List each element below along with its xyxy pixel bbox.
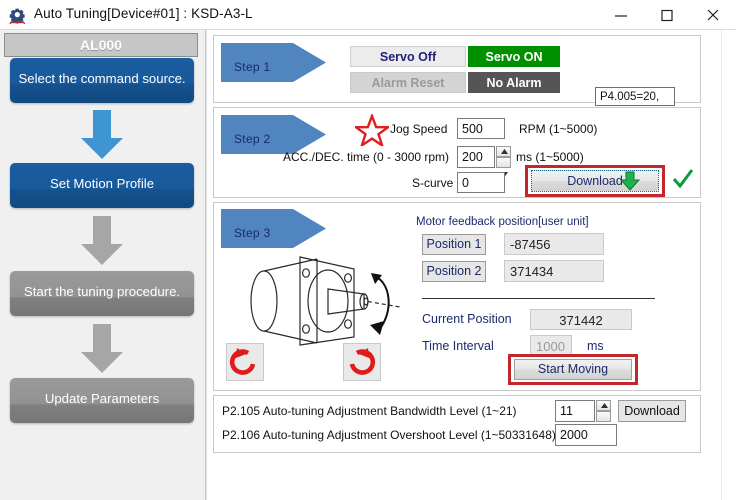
rotate-clockwise-button[interactable] [343, 343, 381, 381]
time-interval-label: Time Interval [422, 339, 494, 353]
params-download-label: Download [624, 404, 680, 418]
close-button[interactable] [690, 0, 736, 29]
jog-speed-unit-label: RPM (1~5000) [519, 122, 598, 136]
acc-dec-unit-label: ms (1~5000) [516, 150, 584, 164]
p2-105-input[interactable] [555, 400, 595, 422]
position2-value: 371434 [504, 260, 604, 282]
acc-dec-time-spinner[interactable] [496, 146, 511, 177]
content-area: Step 1 Servo Off Servo ON Alarm Reset No… [206, 30, 736, 500]
sidebar-item-label: Set Motion Profile [49, 176, 155, 191]
title-bar: Auto Tuning[Device#01] : KSD-A3-L [0, 0, 736, 30]
step2-panel: Step 2 Jog Speed RPM (1~5000) ACC./DEC. … [213, 107, 701, 198]
maximize-button[interactable] [644, 0, 690, 29]
step1-heading: Step 1 [221, 43, 326, 82]
acc-dec-time-label: ACC./DEC. time (0 - 3000 rpm) [283, 150, 450, 164]
sidebar: AL000 Select the command source. Set Mot… [0, 30, 206, 500]
flow-arrow-3-icon [78, 324, 126, 374]
servo-on-indicator: Servo ON [468, 46, 560, 67]
position1-button[interactable]: Position 1 [422, 234, 486, 255]
step3-panel: Step 3 Motor feedback position[user unit… [213, 202, 701, 391]
flow-arrow-2-icon [78, 216, 126, 266]
sidebar-item-start-tuning-procedure[interactable]: Start the tuning procedure. [10, 271, 194, 316]
time-interval-unit: ms [587, 339, 604, 353]
current-position-label: Current Position [422, 312, 512, 326]
p2-105-label: P2.105 Auto-tuning Adjustment Bandwidth … [222, 404, 517, 418]
spinner-down-icon[interactable] [596, 411, 611, 431]
position2-label: Position 2 [426, 264, 482, 278]
spinner-down-icon[interactable] [496, 157, 511, 177]
position2-button[interactable]: Position 2 [422, 261, 486, 282]
window-title: Auto Tuning[Device#01] : KSD-A3-L [34, 6, 253, 21]
auto-tuning-window: Auto Tuning[Device#01] : KSD-A3-L AL000 … [0, 0, 736, 500]
params-download-button[interactable]: Download [618, 400, 686, 422]
rotate-clockwise-icon [349, 348, 376, 375]
step3-title: Step 3 [234, 226, 271, 240]
gear-icon [8, 6, 28, 26]
jog-speed-label: Jog Speed [390, 122, 448, 136]
alarm-code-header: AL000 [4, 33, 198, 57]
sidebar-item-label: Update Parameters [44, 391, 160, 406]
s-curve-label: S-curve [412, 176, 454, 190]
jog-speed-input[interactable] [457, 118, 505, 139]
p2-106-label: P2.106 Auto-tuning Adjustment Overshoot … [222, 428, 556, 442]
step2-title: Step 2 [234, 132, 271, 146]
start-moving-button[interactable]: Start Moving [514, 359, 632, 380]
autotuning-parameters-panel: P2.105 Auto-tuning Adjustment Bandwidth … [213, 395, 701, 453]
step3-heading: Step 3 [221, 209, 326, 248]
minimize-button[interactable] [598, 0, 644, 29]
sidebar-item-label: Select the command source. [18, 71, 186, 86]
parameter-tooltip: P4.005=20, [595, 87, 675, 106]
position1-label: Position 1 [426, 237, 482, 251]
p2-105-spinner[interactable] [596, 400, 611, 431]
current-position-value: 371442 [530, 309, 632, 330]
step2-heading: Step 2 [221, 115, 326, 154]
motor-feedback-title: Motor feedback position[user unit] [416, 216, 589, 228]
download-button-label: Download [567, 174, 623, 188]
step1-title: Step 1 [234, 60, 271, 74]
check-icon [672, 168, 694, 195]
no-alarm-indicator: No Alarm [468, 72, 560, 93]
spinner-up-icon[interactable] [496, 146, 511, 157]
s-curve-input[interactable] [457, 172, 505, 193]
sidebar-item-set-motion-profile[interactable]: Set Motion Profile [10, 163, 194, 208]
acc-dec-time-input[interactable] [457, 146, 495, 168]
section-divider [422, 298, 655, 299]
p2-106-input[interactable] [555, 424, 617, 446]
start-moving-label: Start Moving [537, 362, 609, 376]
servo-off-button[interactable]: Servo Off [350, 46, 466, 67]
sidebar-item-label: Start the tuning procedure. [23, 284, 181, 299]
sidebar-item-update-parameters[interactable]: Update Parameters [10, 378, 194, 423]
download-arrow-icon [619, 171, 641, 196]
motor-diagram-icon [232, 251, 404, 356]
spinner-up-icon[interactable] [596, 400, 611, 411]
rotate-counterclockwise-button[interactable] [226, 343, 264, 381]
vertical-scrollbar[interactable] [721, 30, 736, 500]
alarm-reset-button[interactable]: Alarm Reset [350, 72, 466, 93]
sidebar-item-select-command-source[interactable]: Select the command source. [10, 58, 194, 103]
rotate-counterclockwise-icon [229, 348, 256, 375]
star-icon [352, 112, 392, 151]
flow-arrow-1-icon [78, 110, 126, 160]
position1-value: -87456 [504, 233, 604, 255]
